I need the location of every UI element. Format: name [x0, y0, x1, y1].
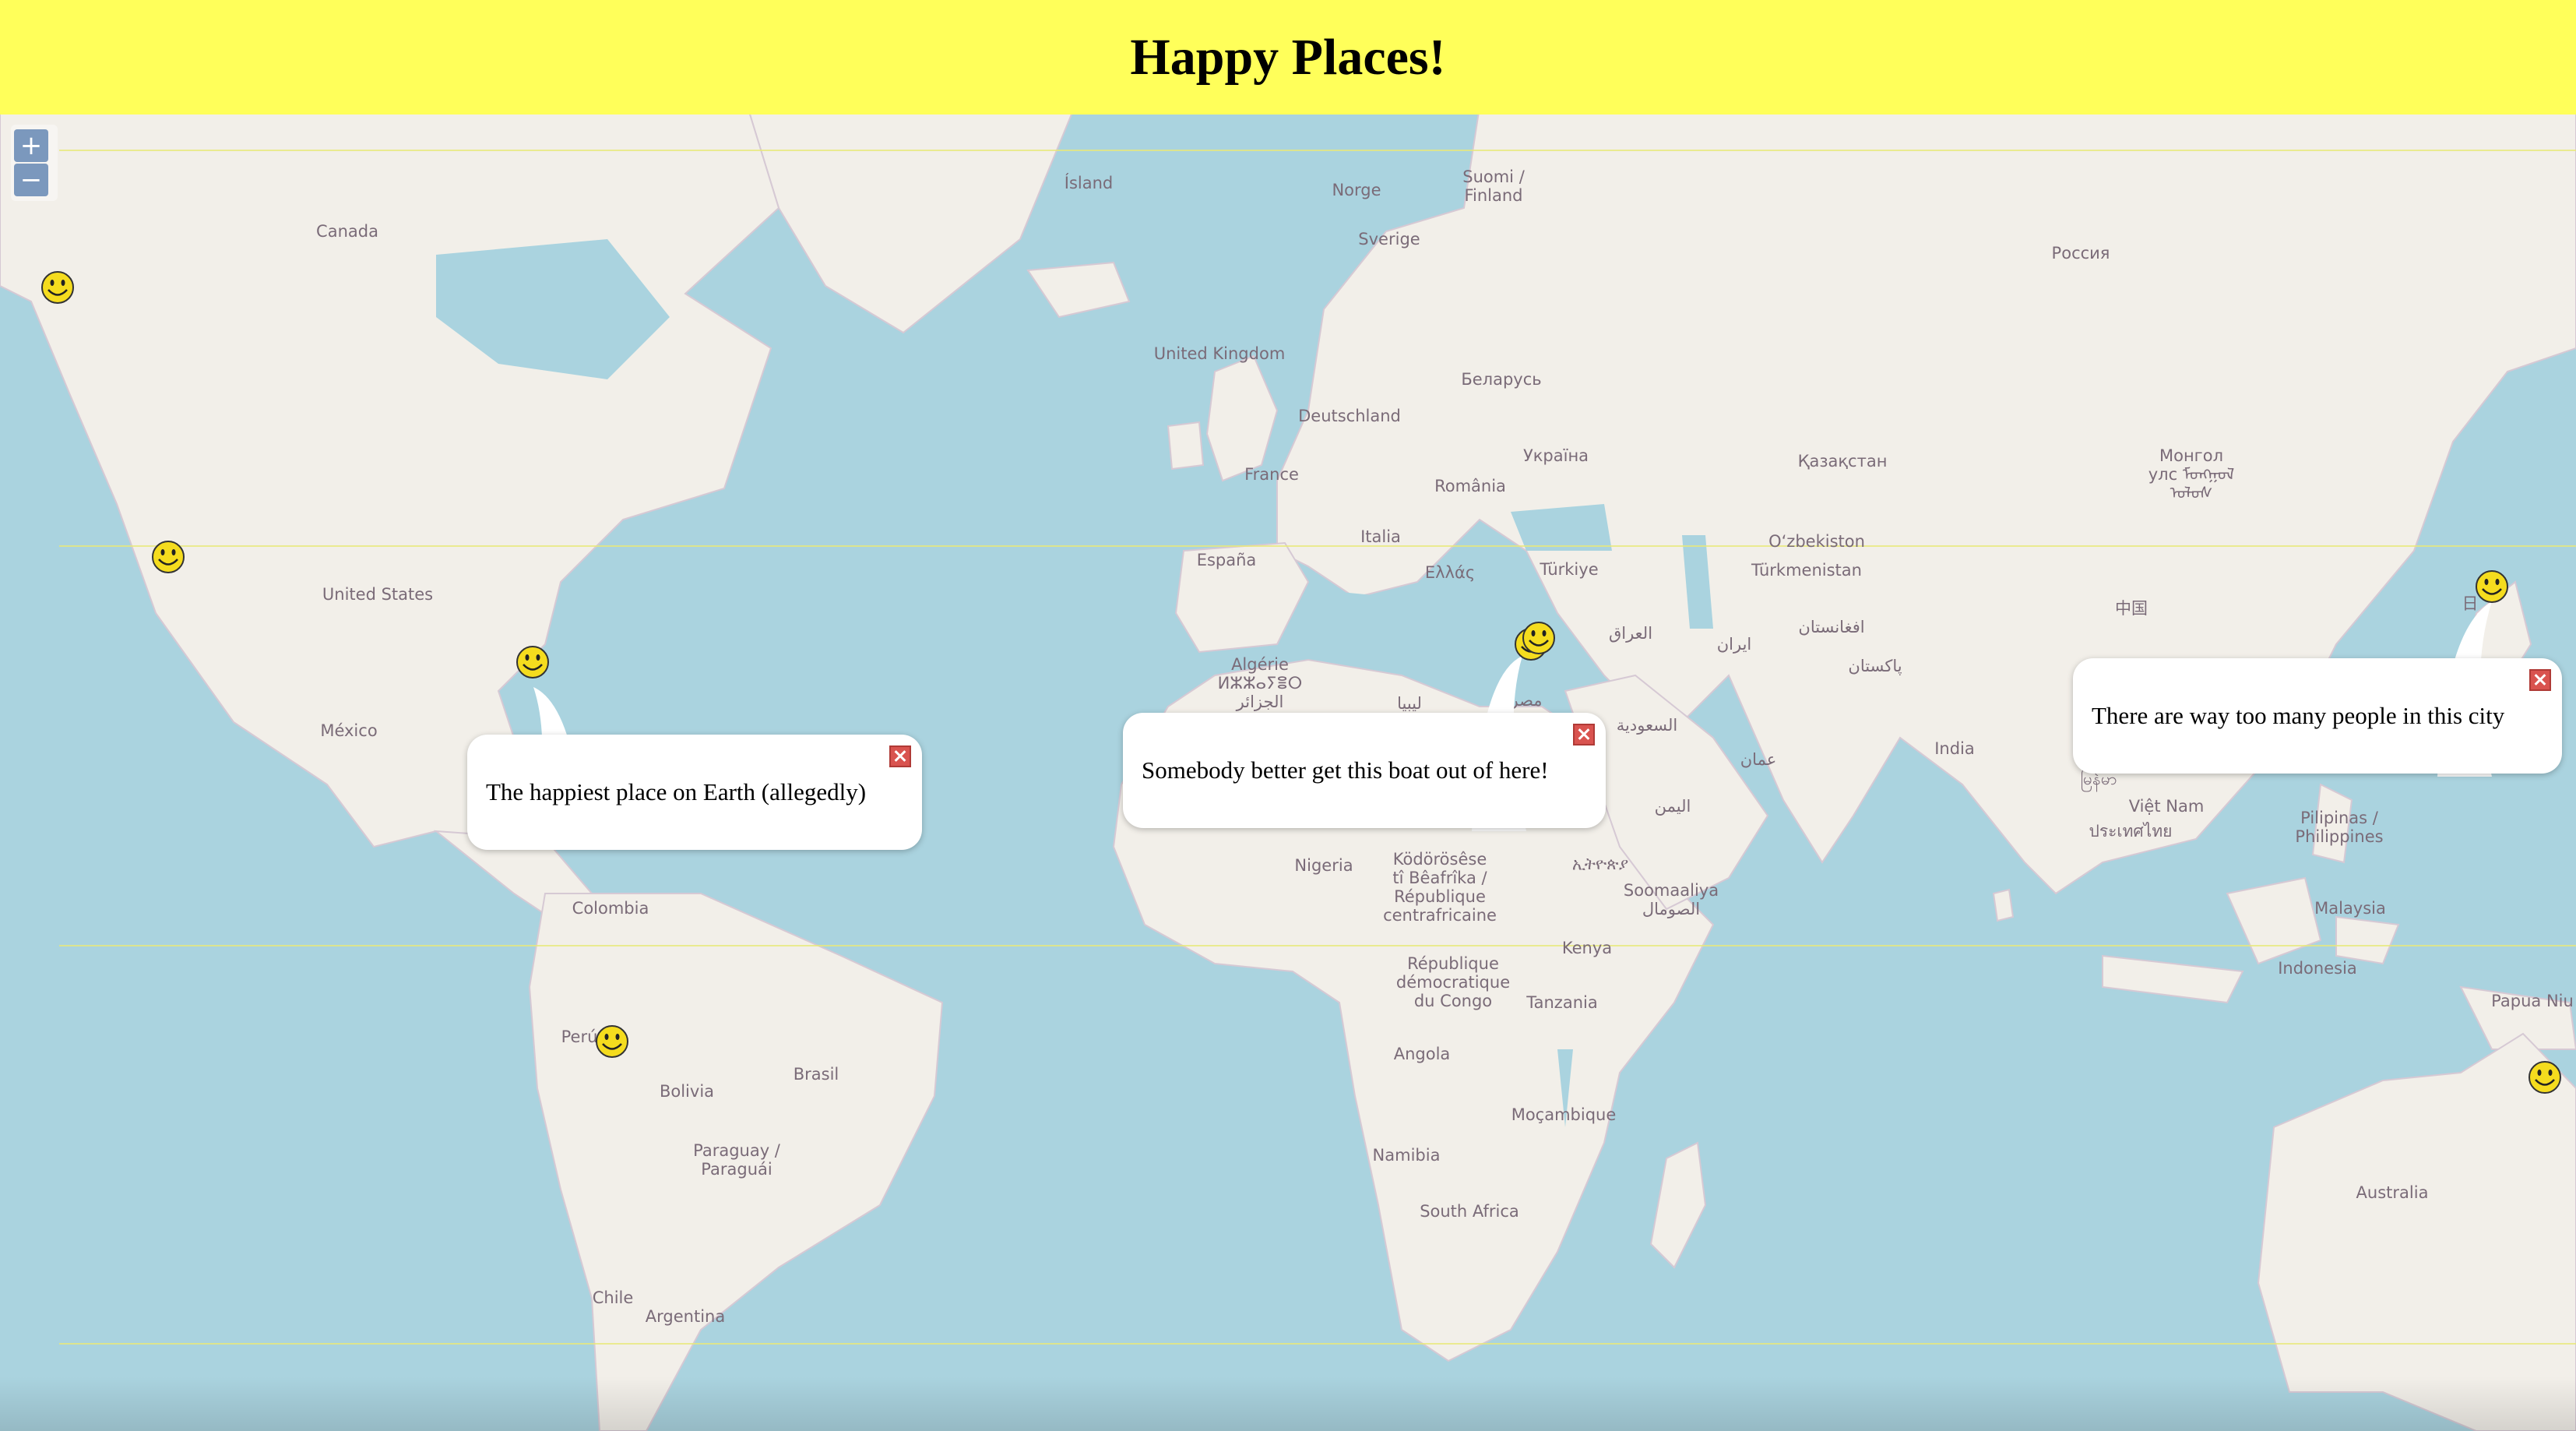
map-label: Indonesia	[2278, 959, 2357, 978]
close-icon[interactable]	[2529, 669, 2551, 691]
map-label: España	[1196, 551, 1257, 569]
map-label: افغانستان	[1798, 618, 1865, 636]
popup-japan: There are way too many people in this ci…	[2073, 658, 2562, 774]
map-label: Argentina	[645, 1307, 726, 1326]
map-label: ایران	[1716, 635, 1752, 654]
map-label: Nigeria	[1294, 856, 1353, 875]
map-label: Algérie ⵍⵣⵣⴰⵢⴻⵔ الجزائر	[1217, 655, 1303, 711]
popup-text: There are way too many people in this ci…	[2092, 702, 2505, 729]
popup-text: The happiest place on Earth (allegedly)	[486, 778, 867, 805]
map-label: Paraguay / Paraguái	[693, 1141, 780, 1179]
map-label: Deutschland	[1298, 407, 1401, 425]
smiley-marker-icon[interactable]	[2527, 1059, 2563, 1095]
map-label: France	[1244, 465, 1299, 484]
map-label: O‘zbekiston	[1768, 532, 1865, 551]
popup-egypt: Somebody better get this boat out of her…	[1123, 713, 1606, 828]
map-label: Papua Niu	[2491, 992, 2574, 1010]
map-label: Tanzania	[1526, 993, 1598, 1012]
app-header: Happy Places!	[0, 0, 2576, 115]
smiley-marker-icon[interactable]	[515, 644, 551, 680]
map-label: Sverige	[1358, 230, 1420, 248]
map-label: Монгол улс ᠮᠣᠩᠭᠣᠯ ᠤᠯᠤᠰ	[2148, 446, 2235, 502]
map-label: ليبيا	[1397, 694, 1422, 713]
map-label: عمان	[1740, 750, 1777, 769]
map-label: Ελλάς	[1424, 563, 1476, 582]
map-label: Türkmenistan	[1751, 561, 1862, 580]
map-label: ประเทศไทย	[2089, 822, 2173, 841]
smiley-marker-icon[interactable]	[594, 1024, 630, 1059]
zoom-out-button[interactable]: −	[14, 164, 48, 196]
popup-florida: The happiest place on Earth (allegedly)	[467, 735, 922, 850]
smiley-marker-icon[interactable]	[150, 539, 186, 575]
map-label: 中国	[2115, 599, 2148, 618]
map-label: Perú	[561, 1027, 598, 1046]
world-map[interactable]: Canada Ísland Norge Suomi / Finland Sver…	[0, 115, 2576, 1431]
map-label: Norge	[1332, 181, 1381, 199]
page-title: Happy Places!	[1130, 28, 1446, 86]
map-label: ኢትዮጵያ	[1571, 855, 1629, 873]
map-label: Қазақстан	[1797, 452, 1888, 471]
map-label: United Kingdom	[1153, 344, 1286, 363]
smiley-marker-icon[interactable]	[1521, 620, 1557, 656]
smiley-marker-icon[interactable]	[2474, 569, 2510, 604]
close-icon[interactable]	[1573, 724, 1595, 745]
map-label: Türkiye	[1540, 560, 1599, 579]
map-label: République démocratique du Congo	[1395, 954, 1511, 1010]
map-label: Brasil	[793, 1065, 839, 1084]
map-label: Suomi / Finland	[1462, 167, 1525, 205]
map-label: Україна	[1522, 446, 1589, 465]
map-label: پاکستان	[1848, 657, 1902, 675]
map-label: South Africa	[1420, 1202, 1519, 1221]
map-label: Россия	[2051, 244, 2110, 263]
map-label: Việt Nam	[2128, 797, 2205, 816]
map-label: السعودية	[1616, 716, 1678, 735]
map-label: Angola	[1393, 1045, 1451, 1063]
map-label: México	[320, 721, 378, 740]
map-label: Kenya	[1561, 939, 1613, 957]
map-label: Pilipinas / Philippines	[2295, 809, 2384, 846]
map-label: Chile	[592, 1288, 634, 1307]
map-label: România	[1434, 477, 1506, 495]
map-label: Italia	[1360, 527, 1401, 546]
map-label: Ködörösêse tî Bêafrîka / République cent…	[1383, 850, 1497, 925]
map-label: Беларусь	[1461, 370, 1542, 389]
map-label: Australia	[2356, 1183, 2429, 1202]
map-label: Bolivia	[659, 1082, 715, 1101]
map-label: العراق	[1608, 624, 1653, 643]
zoom-control: + −	[11, 125, 58, 201]
close-icon[interactable]	[889, 745, 911, 767]
map-label: Ísland	[1064, 174, 1114, 192]
map-label: Soomaaliya الصومال	[1623, 881, 1719, 918]
map-label: Malaysia	[2314, 899, 2386, 918]
map-label: اليمن	[1654, 797, 1691, 816]
map-label: United States	[322, 585, 434, 604]
map-label: India	[1934, 739, 1975, 758]
map-label: Canada	[316, 222, 378, 241]
map-label: Colombia	[572, 899, 649, 918]
zoom-in-button[interactable]: +	[14, 129, 48, 162]
popup-text: Somebody better get this boat out of her…	[1142, 756, 1549, 784]
map-label: Moçambique	[1511, 1105, 1617, 1124]
map-label: Namibia	[1372, 1146, 1441, 1165]
smiley-marker-icon[interactable]	[40, 270, 76, 305]
